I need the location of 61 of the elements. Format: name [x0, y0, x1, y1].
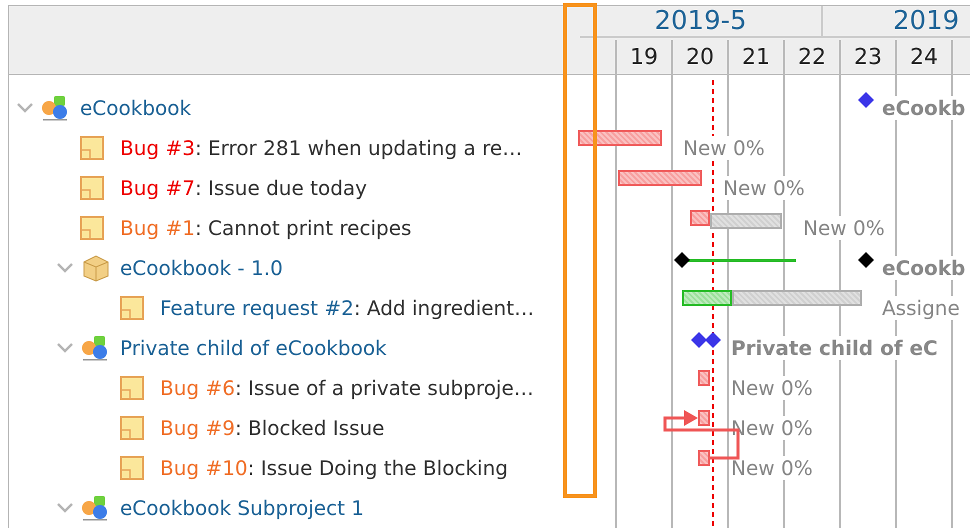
remaining-bar	[710, 213, 782, 229]
issue-link[interactable]: Bug #1	[120, 213, 195, 243]
issue-link[interactable]: Bug #3	[120, 133, 195, 163]
issue-subject: : Error 281 when updating a re…	[194, 135, 522, 162]
issue-icon	[80, 216, 104, 240]
version-link[interactable]: eCookbook - 1.0	[120, 253, 283, 283]
bar-label: Assigne	[882, 296, 960, 320]
bar-label: New 0%	[731, 376, 813, 400]
issue-link[interactable]: Bug #10	[160, 453, 248, 483]
bar-label: eCookb	[882, 96, 966, 120]
issue-icon	[80, 176, 104, 200]
day-header: 23	[853, 44, 883, 72]
issue-icon	[120, 376, 144, 400]
milestone-icon	[691, 332, 707, 348]
issue-subject: : Blocked Issue	[234, 415, 384, 442]
chevron-icon[interactable]	[56, 343, 72, 353]
chevron-icon[interactable]	[16, 103, 32, 113]
day-header: 20	[685, 44, 715, 72]
bar-label: New 0%	[731, 416, 813, 440]
day-header: 22	[797, 44, 827, 72]
bar-label: Private child of eC	[731, 336, 938, 360]
milestone-icon	[858, 92, 874, 108]
bar-label: New 0%	[723, 176, 805, 200]
milestone-icon	[858, 252, 874, 268]
project-icon	[80, 495, 110, 521]
issue-subject: : Cannot print recipes	[194, 215, 412, 242]
day-header: 19	[629, 44, 659, 72]
issue-icon	[120, 296, 144, 320]
bar-label: New 0%	[731, 456, 813, 480]
project-icon	[80, 335, 110, 361]
issue-subject: : Issue due today	[194, 175, 368, 202]
bar-label: New 0%	[803, 216, 885, 240]
issue-subject: : Add ingredient…	[354, 295, 534, 322]
done-bar	[682, 290, 732, 306]
milestone-icon	[705, 332, 721, 348]
day-header: 24	[909, 44, 939, 72]
issue-link[interactable]: Bug #6	[160, 373, 235, 403]
chevron-icon[interactable]	[56, 503, 72, 513]
late-bar	[690, 210, 710, 226]
project-link[interactable]: eCookbook Subproject 1	[120, 493, 364, 523]
late-bar	[698, 410, 710, 426]
late-bar	[698, 370, 710, 386]
issue-link[interactable]: Feature request #2	[160, 293, 354, 323]
project-link[interactable]: eCookbook	[80, 93, 192, 123]
bar-label: New 0%	[683, 136, 765, 160]
issue-icon	[120, 416, 144, 440]
chevron-icon[interactable]	[56, 263, 72, 273]
issue-link[interactable]: Bug #9	[160, 413, 235, 443]
day-header: 21	[741, 44, 771, 72]
issue-icon	[80, 136, 104, 160]
project-icon	[40, 95, 70, 121]
project-link[interactable]: Private child of eCookbook	[120, 333, 387, 363]
issue-subject: : Issue of a private subproje…	[234, 375, 534, 402]
bar-label: eCookb	[882, 256, 966, 280]
month-header: 2019	[823, 6, 970, 38]
issue-link[interactable]: Bug #7	[120, 173, 195, 203]
milestone-icon	[674, 252, 690, 268]
issue-icon	[120, 456, 144, 480]
issue-subject: : Issue Doing the Blocking	[248, 455, 508, 482]
month-header: 2019-5	[580, 6, 823, 38]
late-bar	[698, 450, 710, 466]
